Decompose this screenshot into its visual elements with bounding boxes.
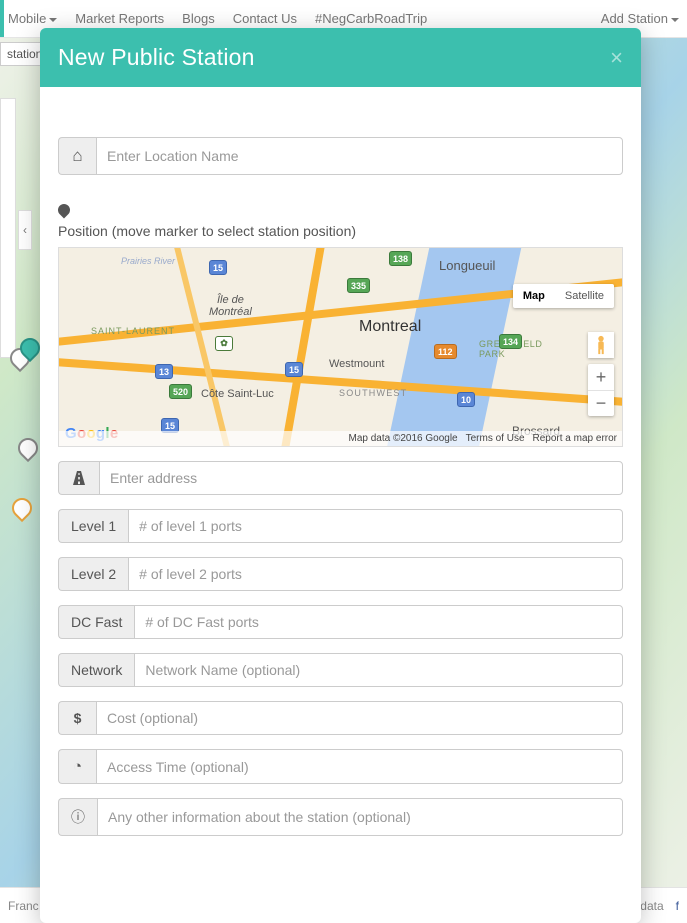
info-group [58, 798, 623, 836]
level2-label: Level 2 [58, 557, 128, 591]
map-type-toggle: Map Satellite [513, 284, 614, 308]
map-label: SAINT-LAURENT [91, 326, 175, 336]
collapse-toggle[interactable]: ‹ [18, 210, 32, 250]
facebook-icon[interactable]: f [676, 899, 679, 913]
map-label: Côte Saint-Luc [201, 388, 274, 400]
brand-strip [0, 0, 4, 37]
map-label: Longueuil [439, 258, 495, 273]
map-pin[interactable] [14, 434, 42, 462]
modal-body: Position (move marker to select station … [40, 87, 641, 923]
map-attribution: Map data ©2016 Google Terms of Use Repor… [59, 431, 622, 446]
legend-panel [0, 98, 16, 358]
pegman-icon[interactable] [588, 332, 614, 358]
leaf-icon: ✿ [215, 336, 233, 351]
map-label: Westmount [329, 358, 384, 370]
modal-header: New Public Station × [40, 28, 641, 87]
nav-item-reports[interactable]: Market Reports [75, 11, 164, 26]
footer-lang[interactable]: Franc [8, 899, 39, 913]
network-input[interactable] [134, 653, 623, 687]
map-data-label: Map data ©2016 Google [348, 433, 457, 444]
info-input[interactable] [97, 798, 623, 836]
route-shield: 15 [285, 362, 303, 377]
route-shield: 13 [155, 364, 173, 379]
home-icon [58, 137, 96, 175]
nav-item-mobile[interactable]: Mobile [8, 11, 57, 26]
close-icon[interactable]: × [610, 47, 623, 69]
route-shield: 138 [389, 251, 412, 266]
dcfast-group: DC Fast [58, 605, 623, 639]
nav-item-blogs[interactable]: Blogs [182, 11, 215, 26]
level1-input[interactable] [128, 509, 623, 543]
location-group [58, 137, 623, 175]
map-label: SOUTHWEST [339, 388, 407, 398]
access-group [58, 749, 623, 784]
route-shield: 10 [457, 392, 475, 407]
info-icon [58, 798, 97, 836]
terms-link[interactable]: Terms of Use [466, 433, 525, 444]
modal-title: New Public Station [58, 44, 255, 71]
level2-group: Level 2 [58, 557, 623, 591]
route-shield: 134 [499, 334, 522, 349]
network-group: Network [58, 653, 623, 687]
route-shield: 15 [209, 260, 227, 275]
zoom-in-button[interactable]: + [588, 364, 614, 390]
level1-label: Level 1 [58, 509, 128, 543]
zoom-out-button[interactable]: − [588, 390, 614, 416]
level1-group: Level 1 [58, 509, 623, 543]
route-shield: 335 [347, 278, 370, 293]
position-map[interactable]: Prairies River Montreal Île de Montréal … [58, 247, 623, 447]
map-label: Prairies River [121, 256, 175, 266]
zoom-control: + − [588, 364, 614, 416]
chevron-down-icon [49, 18, 57, 22]
dcfast-label: DC Fast [58, 605, 134, 639]
pin-icon [58, 203, 70, 219]
map-pin[interactable] [8, 494, 36, 522]
map-type-satellite[interactable]: Satellite [555, 284, 614, 308]
cost-group [58, 701, 623, 735]
clock-icon [58, 749, 96, 784]
dollar-icon [58, 701, 96, 735]
route-shield: 520 [169, 384, 192, 399]
cost-input[interactable] [96, 701, 623, 735]
chevron-down-icon [671, 18, 679, 22]
location-input[interactable] [96, 137, 623, 175]
nav-add-station[interactable]: Add Station [601, 11, 679, 26]
road-icon [58, 461, 99, 495]
address-input[interactable] [99, 461, 623, 495]
nav-item-roadtrip[interactable]: #NegCarbRoadTrip [315, 11, 427, 26]
map-label: Île de Montréal [209, 294, 252, 318]
access-input[interactable] [96, 749, 623, 784]
map-type-map[interactable]: Map [513, 284, 555, 308]
nav-item-contact[interactable]: Contact Us [233, 11, 297, 26]
route-shield: 112 [434, 344, 457, 359]
network-label: Network [58, 653, 134, 687]
new-station-modal: New Public Station × Position (move mark… [40, 28, 641, 923]
report-error-link[interactable]: Report a map error [533, 433, 617, 444]
address-group [58, 461, 623, 495]
position-label: Position (move marker to select station … [58, 223, 623, 239]
map-label-montreal: Montreal [359, 318, 421, 336]
level2-input[interactable] [128, 557, 623, 591]
dcfast-input[interactable] [134, 605, 623, 639]
